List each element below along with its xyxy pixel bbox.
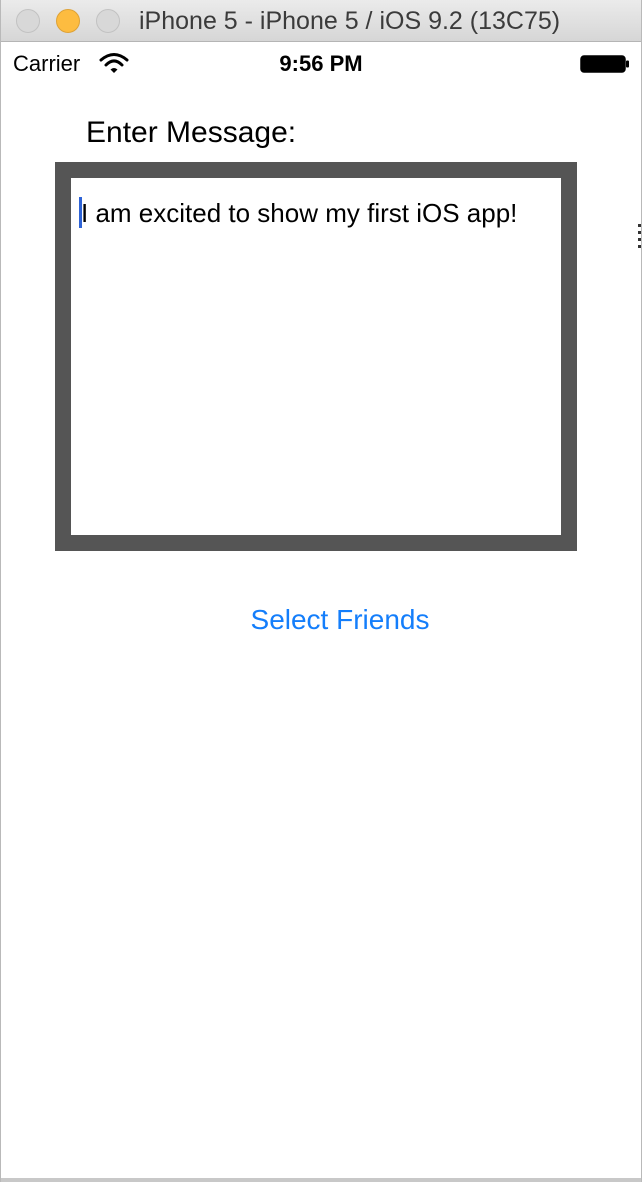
enter-message-label: Enter Message: bbox=[86, 116, 297, 149]
zoom-window-button[interactable] bbox=[96, 9, 120, 33]
window-title: iPhone 5 - iPhone 5 / iOS 9.2 (13C75) bbox=[139, 7, 561, 35]
close-window-button[interactable] bbox=[16, 9, 40, 33]
select-friends-button[interactable]: Select Friends bbox=[1, 604, 641, 636]
scroll-indicator bbox=[637, 224, 642, 248]
window-bottom-edge bbox=[1, 1178, 641, 1182]
battery-icon bbox=[580, 55, 629, 73]
status-time: 9:56 PM bbox=[279, 51, 363, 76]
text-caret bbox=[79, 197, 82, 228]
message-text: I am excited to show my first iOS app! bbox=[81, 198, 518, 228]
window-titlebar: iPhone 5 - iPhone 5 / iOS 9.2 (13C75) bbox=[1, 0, 641, 42]
message-text-view-frame: I am excited to show my first iOS app! bbox=[55, 162, 577, 551]
minimize-window-button[interactable] bbox=[56, 9, 80, 33]
simulator-window: iPhone 5 - iPhone 5 / iOS 9.2 (13C75) Ca… bbox=[0, 0, 642, 1182]
ios-status-bar: Carrier 9:56 PM bbox=[1, 43, 641, 83]
message-text-view[interactable]: I am excited to show my first iOS app! bbox=[71, 178, 561, 535]
